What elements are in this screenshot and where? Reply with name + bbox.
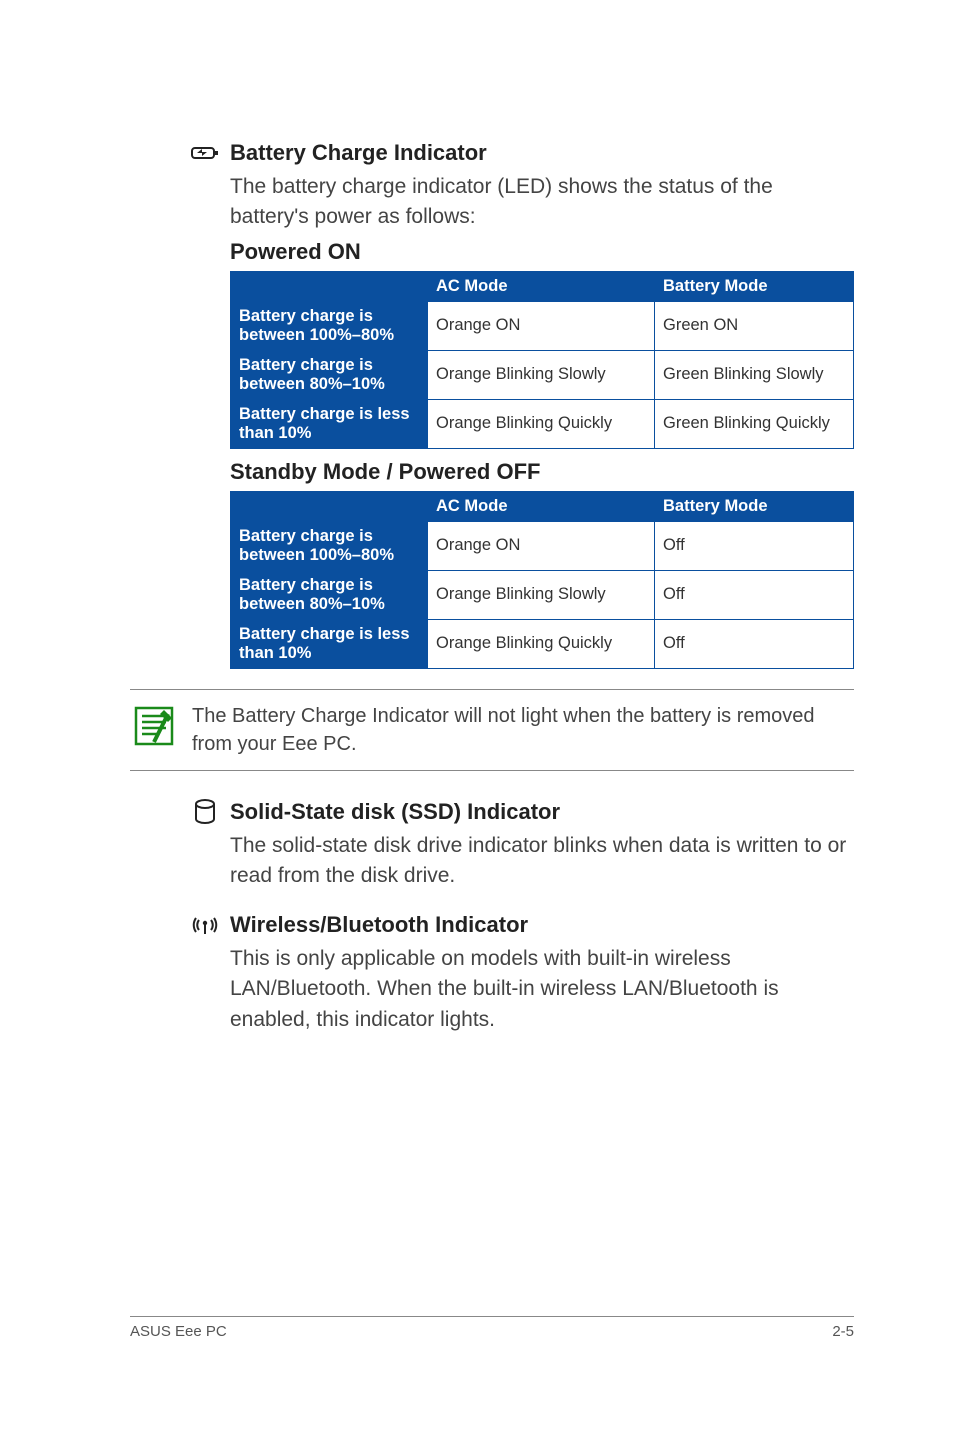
page-footer: ASUS Eee PC 2-5 [130, 1316, 854, 1340]
table-row: Battery charge is between 80%–10% Orange… [231, 570, 854, 619]
table-row: Battery charge is between 100%–80% Orang… [231, 301, 854, 350]
wireless-body: This is only applicable on models with b… [230, 944, 854, 1035]
table-header: Battery Mode [655, 271, 854, 301]
standby-heading: Standby Mode / Powered OFF [230, 459, 854, 485]
powered-on-heading: Powered ON [230, 239, 854, 265]
disk-icon [190, 799, 220, 825]
table-row: Battery charge is less than 10% Orange B… [231, 619, 854, 668]
table-header: AC Mode [428, 491, 655, 521]
wireless-section: Wireless/Bluetooth Indicator This is onl… [130, 912, 854, 1035]
note-text: The Battery Charge Indicator will not li… [192, 702, 854, 758]
table-row: Battery charge is less than 10% Orange B… [231, 399, 854, 448]
ssd-heading: Solid-State disk (SSD) Indicator [230, 799, 560, 825]
footer-left: ASUS Eee PC [130, 1323, 227, 1340]
battery-icon [190, 143, 220, 163]
battery-charge-section: Battery Charge Indicator The battery cha… [130, 140, 854, 669]
ssd-body: The solid-state disk drive indicator bli… [230, 831, 854, 892]
note-box: The Battery Charge Indicator will not li… [130, 689, 854, 771]
battery-heading: Battery Charge Indicator [230, 140, 487, 166]
footer-right: 2-5 [832, 1323, 854, 1340]
note-icon [130, 702, 178, 755]
wireless-heading: Wireless/Bluetooth Indicator [230, 912, 528, 938]
table-header: Battery Mode [655, 491, 854, 521]
standby-table: AC Mode Battery Mode Battery charge is b… [230, 491, 854, 669]
ssd-section: Solid-State disk (SSD) Indicator The sol… [130, 799, 854, 892]
table-row: Battery charge is between 100%–80% Orang… [231, 521, 854, 570]
powered-on-table: AC Mode Battery Mode Battery charge is b… [230, 271, 854, 449]
battery-body: The battery charge indicator (LED) shows… [230, 172, 854, 233]
wireless-icon [190, 912, 220, 938]
table-row: Battery charge is between 80%–10% Orange… [231, 350, 854, 399]
table-header: AC Mode [428, 271, 655, 301]
